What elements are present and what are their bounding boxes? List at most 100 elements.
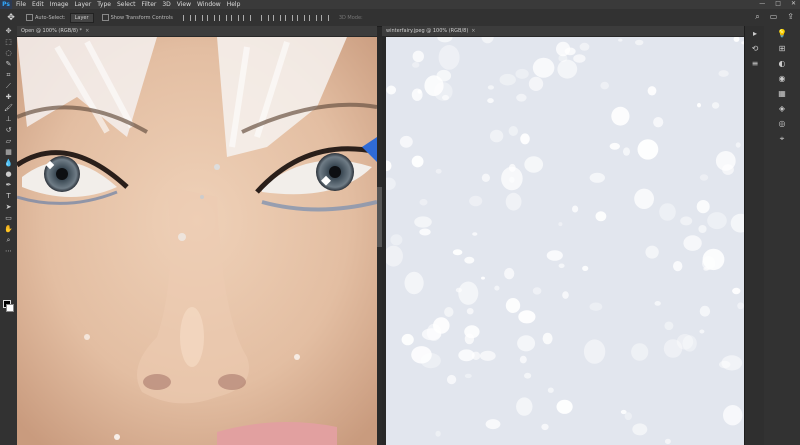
menu-layer[interactable]: Layer xyxy=(74,1,91,8)
color-icon[interactable]: ◉ xyxy=(764,71,800,86)
search-icon[interactable]: ⌕ xyxy=(755,12,759,22)
path-select-tool-icon[interactable]: ➤ xyxy=(0,202,17,213)
arrange-icon[interactable]: ▸ xyxy=(745,26,765,41)
lasso-tool-icon[interactable]: ◌ xyxy=(0,48,17,59)
dodge-tool-icon[interactable]: ● xyxy=(0,169,17,180)
close-tab-icon[interactable]: × xyxy=(85,28,89,34)
3d-mode-label: 3D Mode: xyxy=(338,14,363,21)
properties-icon[interactable]: ≡ xyxy=(745,56,765,71)
menu-help[interactable]: Help xyxy=(227,1,241,8)
align-bottom-icon[interactable] xyxy=(242,14,251,21)
rectangle-tool-icon[interactable]: ▭ xyxy=(0,213,17,224)
snowflake xyxy=(735,142,741,148)
adjustments-icon[interactable]: ◐ xyxy=(764,56,800,71)
panel-dock-strip: ▸ ⟲ ≡ xyxy=(744,26,765,445)
align-middle-icon[interactable] xyxy=(230,14,239,21)
workspace-icon[interactable]: ▭ xyxy=(770,12,778,22)
quick-select-tool-icon[interactable]: ✎ xyxy=(0,59,17,70)
panel-icons: 💡 ⊞ ◐ ◉ ▦ ◈ ◎ ⌖ xyxy=(764,26,800,445)
marquee-tool-icon[interactable]: ⬚ xyxy=(0,37,17,48)
menu-filter[interactable]: Filter xyxy=(142,1,157,8)
menu-image[interactable]: Image xyxy=(50,1,69,8)
tools-panel: ✥ ⬚ ◌ ✎ ⌗ ⟋ ✚ 🖌 ⊥ ↺ ▱ ▦ 💧 ● ✒ T ➤ ▭ ✋ ⌕ … xyxy=(0,26,18,445)
snowflake xyxy=(618,38,623,42)
snowflake xyxy=(541,423,549,431)
blur-tool-icon[interactable]: 💧 xyxy=(0,158,17,169)
pen-tool-icon[interactable]: ✒ xyxy=(0,180,17,191)
menu-file[interactable]: File xyxy=(16,1,26,8)
distribute-buttons xyxy=(260,14,329,21)
share-icon[interactable]: ⇪ xyxy=(787,12,794,22)
window-controls: — □ ✕ xyxy=(759,0,796,7)
snowflake xyxy=(458,349,475,362)
canvas-snow[interactable] xyxy=(386,37,744,445)
snowflake xyxy=(696,200,710,214)
canvas-face[interactable] xyxy=(17,37,377,445)
snowflake xyxy=(611,106,630,126)
maximize-button[interactable]: □ xyxy=(775,0,781,7)
menu-view[interactable]: View xyxy=(177,1,191,8)
gradient-tool-icon[interactable]: ▦ xyxy=(0,147,17,158)
distribute-hcenter-icon[interactable] xyxy=(308,14,317,21)
crop-tool-icon[interactable]: ⌗ xyxy=(0,70,17,81)
learn-icon[interactable]: 💡 xyxy=(764,26,800,41)
snowflake xyxy=(386,85,397,95)
snowflake xyxy=(528,76,544,91)
menu-select[interactable]: Select xyxy=(117,1,136,8)
show-transform-checkbox[interactable]: Show Transform Controls xyxy=(101,14,173,21)
clone-stamp-tool-icon[interactable]: ⊥ xyxy=(0,114,17,125)
snowflake xyxy=(404,271,424,295)
distribute-vcenter-icon[interactable] xyxy=(272,14,281,21)
doc-tab-snow[interactable]: winterfairy.jpeg @ 100% (RGB/8) × xyxy=(382,26,744,36)
align-top-icon[interactable] xyxy=(218,14,227,21)
checkbox-icon xyxy=(26,14,33,21)
menu-edit[interactable]: Edit xyxy=(32,1,44,8)
snowflake xyxy=(435,430,441,437)
auto-select-dropdown[interactable]: Layer xyxy=(69,12,94,23)
layers-icon[interactable]: ◈ xyxy=(764,101,800,116)
close-tab-icon[interactable]: × xyxy=(471,28,475,34)
channels-icon[interactable]: ◎ xyxy=(764,116,800,131)
close-window-button[interactable]: ✕ xyxy=(791,0,796,7)
brush-tool-icon[interactable]: 🖌 xyxy=(0,103,17,114)
distribute-right-icon[interactable] xyxy=(320,14,329,21)
snowflake xyxy=(699,329,705,334)
align-center-icon[interactable] xyxy=(194,14,203,21)
swatches-icon[interactable]: ▦ xyxy=(764,86,800,101)
paths-icon[interactable]: ⌖ xyxy=(764,131,800,146)
move-tool-icon[interactable]: ✥ xyxy=(0,26,17,37)
distribute-left-icon[interactable] xyxy=(296,14,305,21)
menu-window[interactable]: Window xyxy=(197,1,221,8)
distribute-top-icon[interactable] xyxy=(260,14,269,21)
minimize-button[interactable]: — xyxy=(759,0,765,7)
background-color-swatch[interactable] xyxy=(6,304,14,312)
eraser-tool-icon[interactable]: ▱ xyxy=(0,136,17,147)
snowflake xyxy=(515,68,529,79)
menu-3d[interactable]: 3D xyxy=(162,1,170,8)
healing-brush-tool-icon[interactable]: ✚ xyxy=(0,92,17,103)
eyedropper-tool-icon[interactable]: ⟋ xyxy=(0,81,17,92)
auto-select-checkbox[interactable]: Auto-Select: xyxy=(26,14,66,21)
snowflake xyxy=(546,250,563,261)
doc-tab-face[interactable]: Open @ 100% (RGB/8) * × xyxy=(17,26,377,36)
snow-photo xyxy=(386,37,744,445)
distribute-bottom-icon[interactable] xyxy=(284,14,293,21)
snowflake xyxy=(532,287,542,295)
libraries-icon[interactable]: ⊞ xyxy=(764,41,800,56)
snowflake xyxy=(664,438,671,445)
history-brush-tool-icon[interactable]: ↺ xyxy=(0,125,17,136)
zoom-tool-icon[interactable]: ⌕ xyxy=(0,235,17,246)
menu-type[interactable]: Type xyxy=(97,1,111,8)
snowflake xyxy=(697,103,701,108)
move-tool-preset-icon[interactable]: ✥ xyxy=(4,13,18,23)
align-left-icon[interactable] xyxy=(182,14,191,21)
snowflake xyxy=(562,291,569,299)
type-tool-icon[interactable]: T xyxy=(0,191,17,202)
snowflake xyxy=(645,245,659,259)
snowflake xyxy=(589,172,605,183)
align-right-icon[interactable] xyxy=(206,14,215,21)
more-tools-icon[interactable]: ⋯ xyxy=(0,246,17,257)
hand-tool-icon[interactable]: ✋ xyxy=(0,224,17,235)
snowflake xyxy=(487,85,494,90)
history-icon[interactable]: ⟲ xyxy=(745,41,765,56)
